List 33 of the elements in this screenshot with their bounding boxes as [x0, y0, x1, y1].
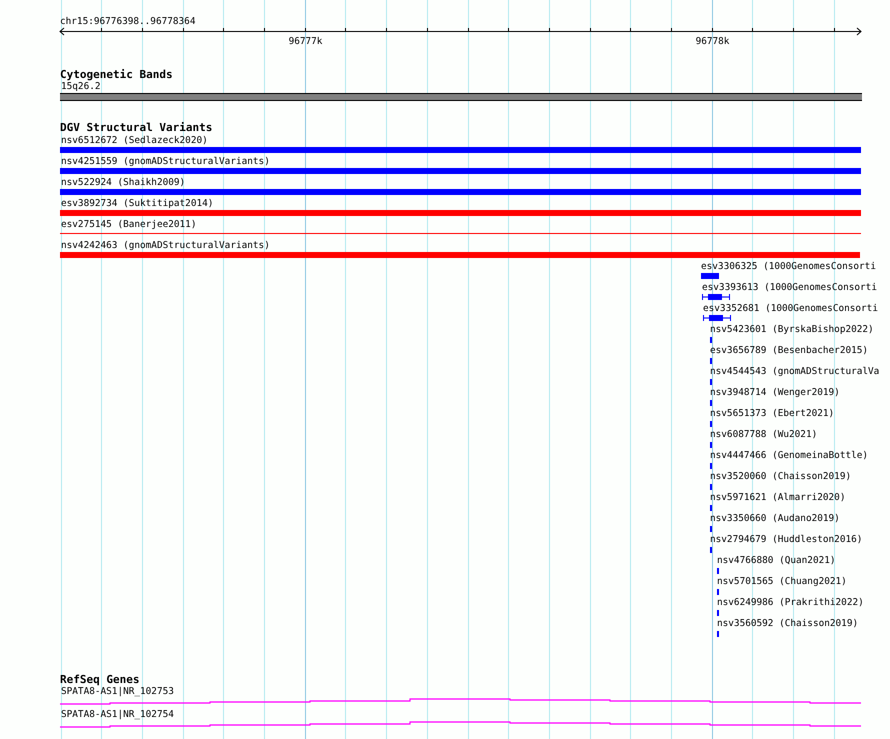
variant-label: nsv4544543 (gnomADStructuralVa [710, 366, 880, 377]
gene-label: SPATA8-AS1|NR_102754 [61, 709, 174, 720]
gene-label: SPATA8-AS1|NR_102753 [61, 686, 174, 697]
variant-label: esv3656789 (Besenbacher2015) [710, 345, 868, 356]
ruler-tick-label: 96777k [288, 36, 322, 47]
variant-label: nsv4251559 (gnomADStructuralVariants) [61, 156, 270, 167]
variant-label: nsv4447466 (GenomeinaBottle) [710, 450, 868, 461]
variant-label: nsv6512672 (Sedlazeck2020) [61, 135, 208, 146]
variant-label: nsv3560592 (Chaisson2019) [717, 618, 858, 629]
variant-label: esv3892734 (Suktitipat2014) [61, 198, 214, 209]
variant-label: esv3393613 (1000GenomesConsorti [702, 282, 877, 293]
track-title: DGV Structural Variants [60, 121, 212, 134]
variant-label: esv275145 (Banerjee2011) [61, 219, 196, 230]
variant-label: nsv5423601 (ByrskaBishop2022) [710, 324, 874, 335]
location-label: chr15:96776398..96778364 [60, 16, 196, 27]
variant-label: nsv522924 (Shaikh2009) [61, 177, 186, 188]
variant-label: nsv3520060 (Chaisson2019) [710, 471, 852, 482]
variant-label: nsv3350660 (Audano2019) [710, 513, 840, 524]
variant-label: nsv5971621 (Almarri2020) [710, 492, 846, 503]
variant-label: esv3306325 (1000GenomesConsorti [701, 261, 876, 272]
variant-label: nsv6249986 (Prakrithi2022) [717, 597, 864, 608]
variant-label: nsv6087788 (Wu2021) [710, 429, 818, 440]
band-label: 15q26.2 [61, 81, 101, 92]
variant-label: nsv2794679 (Huddleston2016) [710, 534, 862, 545]
variant-label: nsv4242463 (gnomADStructuralVariants) [61, 240, 270, 251]
variant-label: nsv5651373 (Ebert2021) [710, 408, 834, 419]
track-title: RefSeq Genes [60, 673, 140, 686]
variant-label: nsv3948714 (Wenger2019) [710, 387, 840, 398]
variant-label: esv3352681 (1000GenomesConsorti [703, 303, 878, 314]
variant-label: nsv4766880 (Quan2021) [717, 555, 836, 566]
ruler-tick-label: 96778k [696, 36, 730, 47]
variant-label: nsv5701565 (Chuang2021) [717, 576, 847, 587]
track-title: Cytogenetic Bands [60, 68, 173, 81]
